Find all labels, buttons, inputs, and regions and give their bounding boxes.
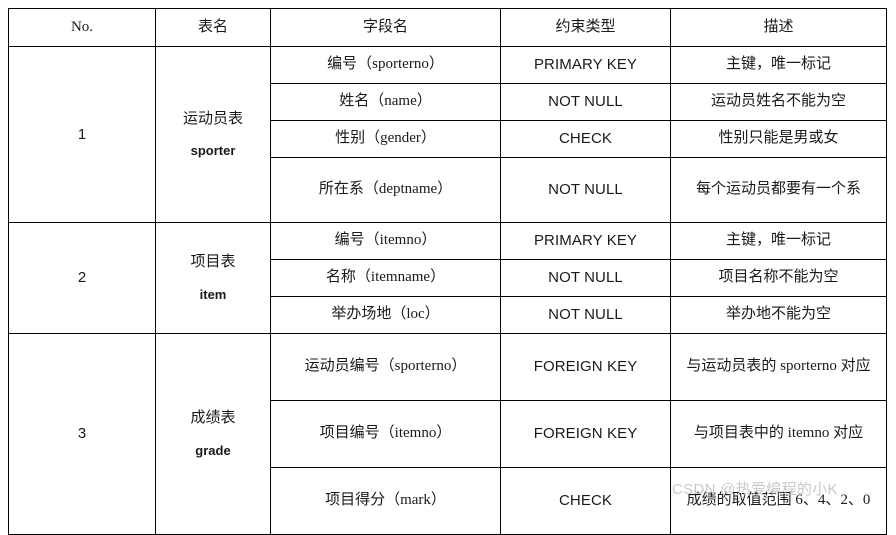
field-name-cell: 性别（gender） <box>270 120 501 158</box>
group-table-name-cell: 成绩表 grade <box>155 333 271 535</box>
field-name-cell: 编号（sporterno） <box>270 46 501 84</box>
constraint-type-cell: NOT NULL <box>500 83 671 121</box>
constraint-type-cell: PRIMARY KEY <box>500 46 671 84</box>
group-number-cell: 2 <box>8 222 156 334</box>
description-cell: 运动员姓名不能为空 <box>670 83 887 121</box>
description-cell: 与运动员表的 sporterno 对应 <box>670 333 887 401</box>
field-name-cell: 项目编号（itemno） <box>270 400 501 468</box>
description-cell: 项目名称不能为空 <box>670 259 887 297</box>
constraint-type-cell: PRIMARY KEY <box>500 222 671 260</box>
description-cell: 成绩的取值范围 6、4、2、0 <box>670 467 887 535</box>
description-cell: 举办地不能为空 <box>670 296 887 334</box>
table-row: 3 成绩表 grade 运动员编号（sporterno） FOREIGN KEY… <box>8 333 887 535</box>
table-name-cn: 成绩表 <box>190 410 236 427</box>
constraint-type-cell: FOREIGN KEY <box>500 333 671 401</box>
field-name-cell: 姓名（name） <box>270 83 501 121</box>
table-header: No. 表名 字段名 约束类型 描述 <box>8 8 887 47</box>
constraint-type-cell: NOT NULL <box>500 157 671 223</box>
constraint-type-cell: CHECK <box>500 120 671 158</box>
field-name-cell: 项目得分（mark） <box>270 467 501 535</box>
column-header-table-name: 表名 <box>155 8 271 47</box>
description-cell: 主键，唯一标记 <box>670 46 887 84</box>
column-header-field-name: 字段名 <box>270 8 501 47</box>
constraint-type-cell: NOT NULL <box>500 259 671 297</box>
constraint-type-cell: CHECK <box>500 467 671 535</box>
table-body: 1 运动员表 sporter 编号（sporterno） PRIMARY KEY… <box>8 46 887 535</box>
field-name-cell: 所在系（deptname） <box>270 157 501 223</box>
table-name-cn: 运动员表 <box>182 110 243 127</box>
table-name-en: item <box>199 286 227 302</box>
table-row: 1 运动员表 sporter 编号（sporterno） PRIMARY KEY… <box>8 46 887 223</box>
column-header-constraint-type: 约束类型 <box>500 8 671 47</box>
description-cell: 与项目表中的 itemno 对应 <box>670 400 887 468</box>
table-header-row: No. 表名 字段名 约束类型 描述 <box>8 8 887 47</box>
column-header-no: No. <box>8 8 156 47</box>
field-name-cell: 编号（itemno） <box>270 222 501 260</box>
field-name-cell: 名称（itemname） <box>270 259 501 297</box>
table-name-cn: 项目表 <box>190 254 236 271</box>
field-name-cell: 运动员编号（sporterno） <box>270 333 501 401</box>
description-cell: 每个运动员都要有一个系 <box>670 157 887 223</box>
constraint-type-cell: NOT NULL <box>500 296 671 334</box>
page-root: No. 表名 字段名 约束类型 描述 1 运动员表 sporter 编号（spo… <box>0 0 896 535</box>
constraint-type-cell: FOREIGN KEY <box>500 400 671 468</box>
description-cell: 性别只能是男或女 <box>670 120 887 158</box>
group-table-name-cell: 项目表 item <box>155 222 271 334</box>
description-cell: 主键，唯一标记 <box>670 222 887 260</box>
group-table-name-cell: 运动员表 sporter <box>155 46 271 223</box>
table-row: 2 项目表 item 编号（itemno） PRIMARY KEY 主键，唯一标… <box>8 222 887 334</box>
field-name-cell: 举办场地（loc） <box>270 296 501 334</box>
group-number-cell: 3 <box>8 333 156 535</box>
table-name-en: grade <box>195 442 231 458</box>
table-name-en: sporter <box>190 143 236 159</box>
database-schema-table: No. 表名 字段名 约束类型 描述 1 运动员表 sporter 编号（spo… <box>8 8 887 535</box>
group-number-cell: 1 <box>8 46 156 223</box>
column-header-description: 描述 <box>670 8 887 47</box>
